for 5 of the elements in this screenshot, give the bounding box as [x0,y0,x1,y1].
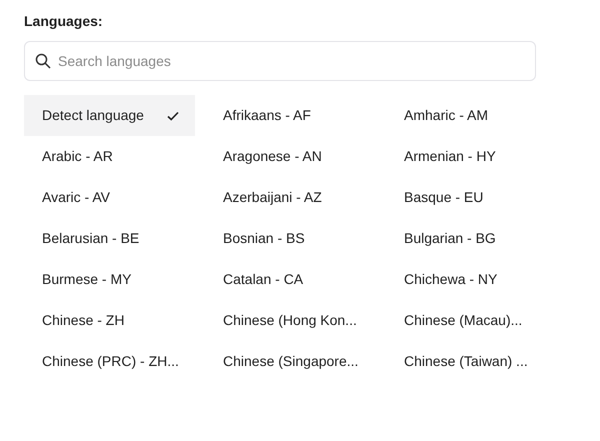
checkmark-icon [167,110,179,120]
section-title: Languages: [24,12,103,30]
search-icon [35,53,51,69]
search-field[interactable]: Search languages [24,41,536,81]
language-option[interactable]: Detect language [24,95,195,136]
